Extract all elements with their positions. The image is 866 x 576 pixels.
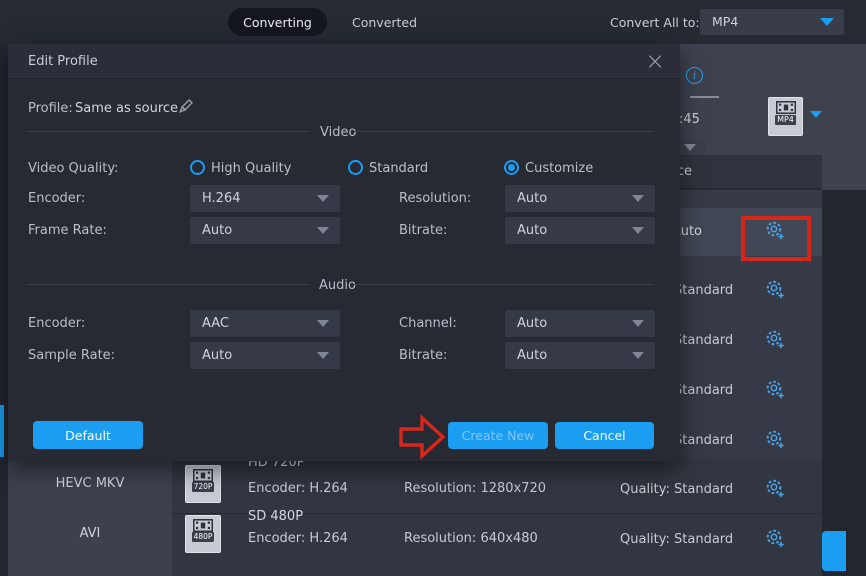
text-divider	[690, 96, 719, 98]
chevron-down-icon	[820, 18, 834, 26]
radio-customize-label: Customize	[525, 161, 593, 176]
radio-customize[interactable]	[504, 160, 519, 175]
tab-converted[interactable]: Converted	[352, 15, 417, 30]
resolution-badge: 720P	[192, 482, 215, 492]
frame-rate-value: Auto	[202, 223, 232, 238]
audio-bitrate-label: Bitrate:	[399, 348, 447, 363]
duration-fragment: :45	[679, 112, 700, 127]
video-bitrate-select[interactable]: Auto	[505, 217, 655, 244]
output-format-button[interactable]: MP4	[768, 97, 803, 136]
chevron-down-icon[interactable]	[810, 111, 822, 118]
convert-all-format-value: MP4	[712, 14, 738, 29]
create-new-button[interactable]: Create New	[448, 422, 548, 449]
channel-label: Channel:	[399, 316, 457, 331]
chevron-down-icon	[632, 195, 644, 202]
profile-encoder: Encoder: H.264	[248, 531, 348, 546]
convert-all-format-select[interactable]: MP4	[700, 9, 844, 35]
sample-rate-select[interactable]: Auto	[190, 342, 340, 369]
radio-high-quality[interactable]	[190, 160, 205, 175]
chevron-down-icon	[684, 144, 696, 151]
tab-converting[interactable]: Converting	[228, 8, 327, 36]
main-background-strip	[822, 190, 866, 576]
film-icon	[776, 101, 796, 114]
sidebar-item-hevc-mkv[interactable]: HEVC MKV	[8, 458, 172, 508]
video-encoder-select[interactable]: H.264	[190, 185, 340, 212]
gear-add-icon[interactable]	[763, 278, 787, 302]
radio-standard[interactable]	[348, 160, 363, 175]
chevron-down-icon	[632, 352, 644, 359]
film-icon	[193, 469, 213, 482]
resolution-label: Resolution:	[399, 191, 471, 206]
chevron-down-icon	[317, 195, 329, 202]
chevron-down-icon	[317, 320, 329, 327]
audio-section-title: Audio	[319, 278, 356, 293]
profile-encoder: Encoder: H.264	[248, 481, 348, 496]
close-icon[interactable]: ×	[641, 46, 669, 76]
info-icon[interactable]: i	[686, 67, 703, 84]
profile-value: Same as source	[75, 101, 178, 116]
profile-resolution: Resolution: 640x480	[404, 531, 538, 546]
film-icon	[193, 519, 213, 532]
video-encoder-label: Encoder:	[28, 191, 85, 206]
app-window: Converting Converted Convert All to: MP4…	[0, 0, 866, 576]
gear-add-icon[interactable]	[763, 428, 787, 452]
audio-encoder-select[interactable]: AAC	[190, 310, 340, 337]
annotation-red-box	[741, 216, 811, 261]
audio-bitrate-value: Auto	[517, 348, 547, 363]
sample-rate-label: Sample Rate:	[28, 348, 115, 363]
chevron-down-icon	[632, 320, 644, 327]
profile-row-sd480p-icon: 480P	[185, 515, 221, 553]
convert-all-button-partial[interactable]	[822, 531, 846, 571]
frame-rate-label: Frame Rate:	[28, 223, 107, 238]
section-divider	[28, 131, 308, 132]
audio-encoder-value: AAC	[202, 316, 229, 331]
chevron-down-icon	[632, 227, 644, 234]
section-divider	[354, 131, 654, 132]
dialog-header: Edit Profile ×	[8, 44, 680, 79]
dialog-title: Edit Profile	[28, 54, 98, 69]
video-section-title: Video	[320, 125, 356, 140]
radio-standard-label: Standard	[369, 161, 428, 176]
profile-row-hd720p-icon: 720P	[185, 465, 221, 503]
gear-add-icon[interactable]	[763, 527, 787, 551]
video-quality-label: Video Quality:	[28, 161, 118, 176]
sample-rate-value: Auto	[202, 348, 232, 363]
edit-profile-dialog: Edit Profile × Profile: Same as source V…	[8, 44, 680, 461]
cancel-button[interactable]: Cancel	[555, 422, 654, 449]
default-button[interactable]: Default	[33, 421, 143, 449]
resolution-select[interactable]: Auto	[505, 185, 655, 212]
top-bar: Converting Converted Convert All to: MP4	[0, 0, 866, 44]
section-divider	[28, 284, 308, 285]
resolution-value: Auto	[517, 191, 547, 206]
frame-rate-select[interactable]: Auto	[190, 217, 340, 244]
format-badge: MP4	[775, 115, 796, 125]
audio-encoder-label: Encoder:	[28, 316, 85, 331]
pencil-icon[interactable]	[176, 98, 194, 116]
profile-resolution: Resolution: 1280x720	[404, 481, 546, 496]
radio-high-quality-label: High Quality	[211, 161, 291, 176]
sidebar-selected-indicator	[0, 405, 4, 457]
audio-bitrate-select[interactable]: Auto	[505, 342, 655, 369]
video-bitrate-value: Auto	[517, 223, 547, 238]
channel-value: Auto	[517, 316, 547, 331]
video-bitrate-label: Bitrate:	[399, 223, 447, 238]
gear-add-icon[interactable]	[763, 378, 787, 402]
video-encoder-value: H.264	[202, 191, 241, 206]
profile-quality: Quality: Standard	[620, 482, 733, 497]
gear-add-icon[interactable]	[763, 328, 787, 352]
section-divider	[354, 284, 654, 285]
chevron-down-icon	[317, 352, 329, 359]
gear-add-icon[interactable]	[763, 477, 787, 501]
profile-label: Profile:	[28, 101, 73, 116]
channel-select[interactable]: Auto	[505, 310, 655, 337]
sidebar-item-avi[interactable]: AVI	[8, 508, 172, 558]
chevron-down-icon	[317, 227, 329, 234]
annotation-red-arrow	[396, 412, 448, 462]
profile-quality: Quality: Standard	[620, 532, 733, 547]
convert-all-label: Convert All to:	[610, 15, 700, 30]
profile-name: SD 480P	[248, 509, 303, 524]
resolution-badge: 480P	[192, 532, 215, 542]
